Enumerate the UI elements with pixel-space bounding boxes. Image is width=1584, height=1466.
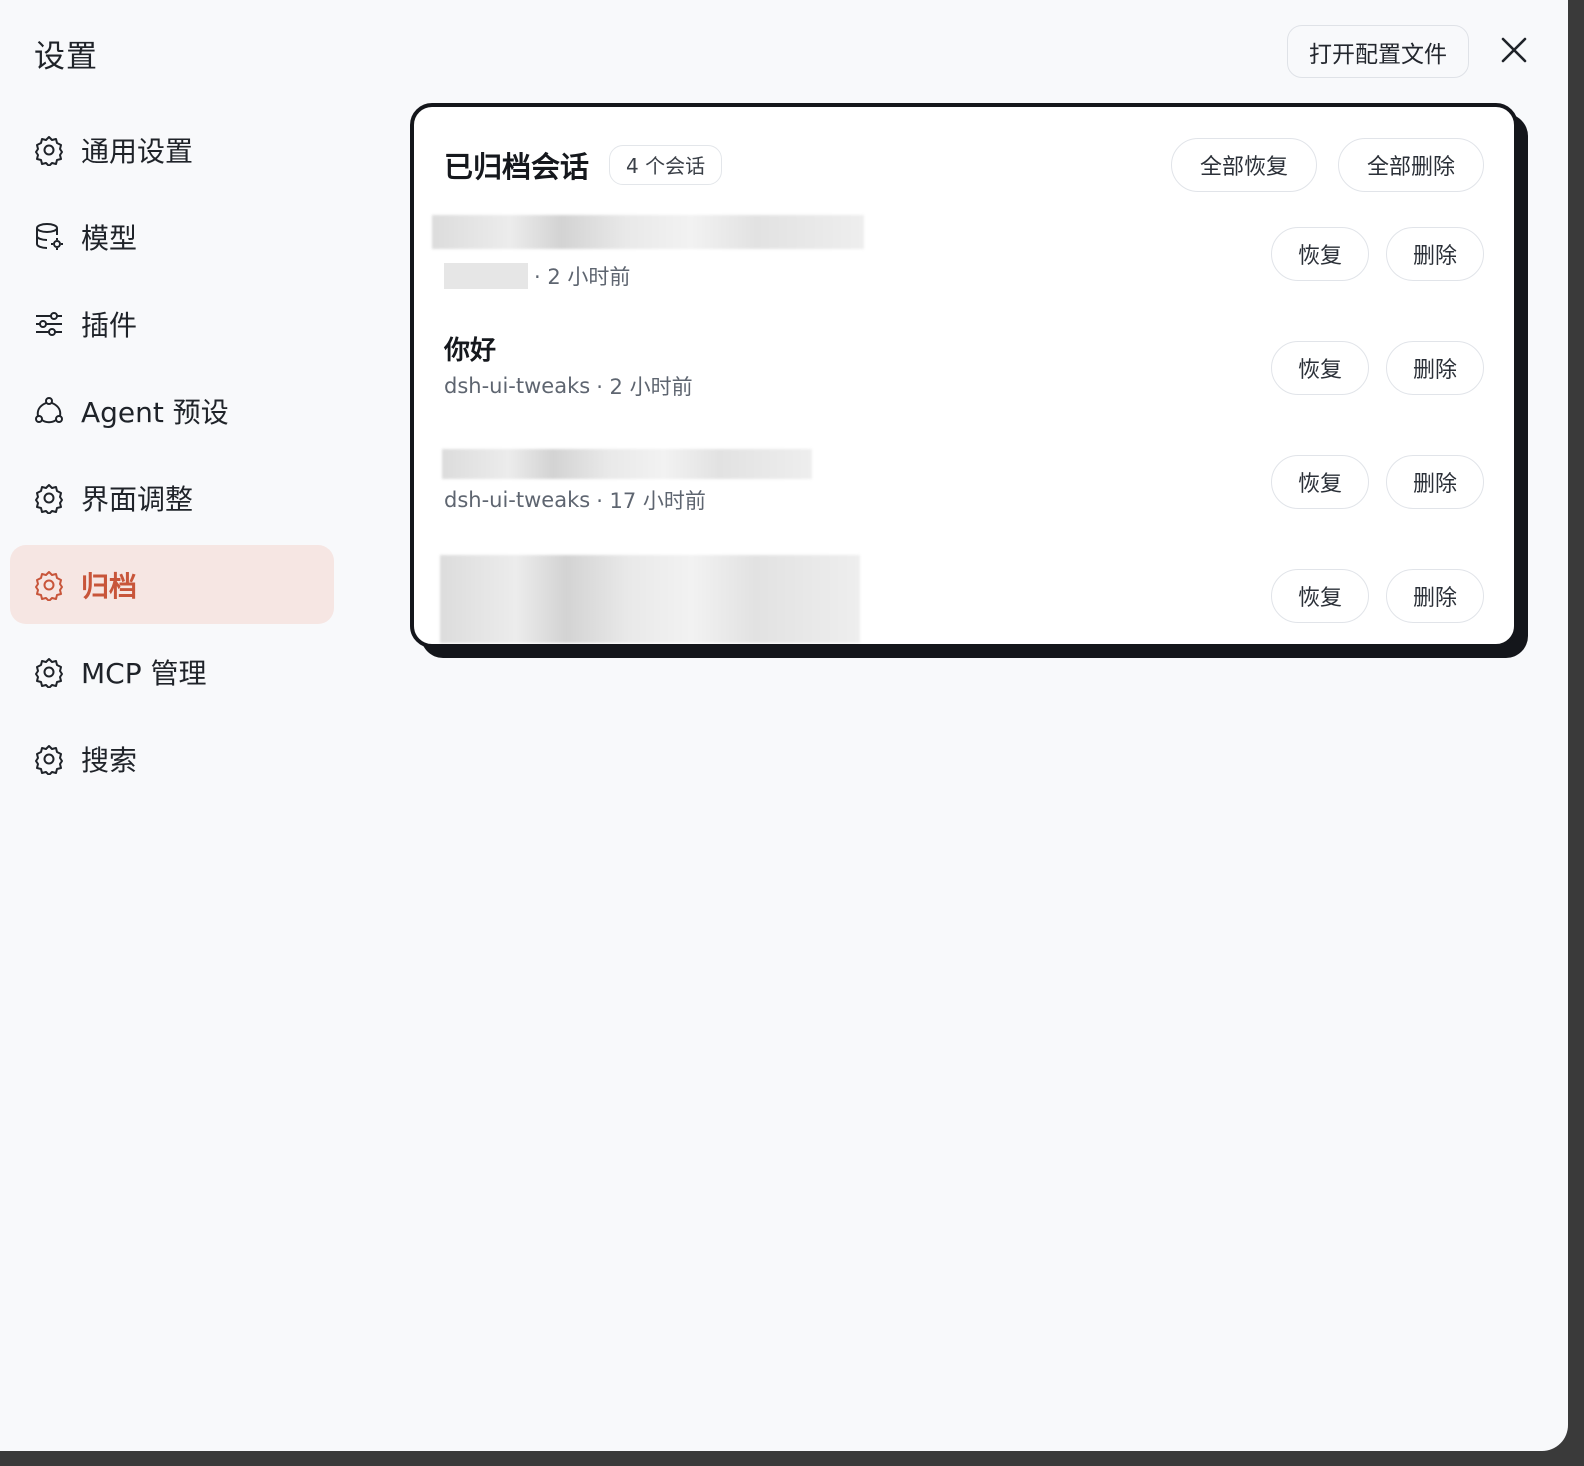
redacted-project bbox=[444, 263, 528, 289]
conversation-meta: · 2 小时前 bbox=[444, 261, 630, 291]
header-actions: 全部恢复 全部删除 bbox=[1171, 137, 1484, 192]
conversation-meta: dsh-ui-tweaks · 2 小时前 bbox=[444, 371, 693, 401]
restore-all-button[interactable]: 全部恢复 bbox=[1171, 137, 1317, 192]
restore-button[interactable]: 恢复 bbox=[1271, 569, 1369, 623]
conversation-time: · 17 小时前 bbox=[596, 489, 706, 513]
conversation-time: · 2 小时前 bbox=[534, 265, 631, 289]
gear-icon bbox=[33, 569, 65, 601]
redacted-title bbox=[442, 449, 812, 479]
sidebar-item-label: 模型 bbox=[81, 221, 138, 255]
sidebar-item-mcp[interactable]: MCP 管理 bbox=[10, 632, 334, 711]
row-actions: 恢复 删除 bbox=[1271, 227, 1484, 281]
count-badge: 4 个会话 bbox=[609, 144, 723, 185]
redacted-title bbox=[432, 215, 864, 249]
gear-icon bbox=[33, 482, 65, 514]
sidebar-item-search[interactable]: 搜索 bbox=[10, 719, 334, 798]
open-config-button[interactable]: 打开配置文件 bbox=[1287, 25, 1469, 78]
sidebar-item-label: 界面调整 bbox=[81, 482, 194, 516]
gear-icon bbox=[33, 656, 65, 688]
conversation-time: · 2 小时前 bbox=[596, 375, 693, 399]
sidebar-item-label: MCP 管理 bbox=[81, 656, 207, 690]
agent-icon bbox=[33, 395, 65, 427]
sidebar-item-label: 通用设置 bbox=[81, 134, 194, 168]
sidebar-item-agent-presets[interactable]: Agent 预设 bbox=[10, 371, 334, 450]
delete-all-button[interactable]: 全部删除 bbox=[1338, 137, 1484, 192]
conversation-row[interactable]: 恢复 删除 bbox=[440, 555, 1484, 644]
sidebar-item-label: 搜索 bbox=[81, 743, 138, 777]
panel-header: 已归档会话 4 个会话 全部恢复 全部删除 bbox=[444, 137, 1484, 192]
settings-sidebar: 通用设置 模型 插件 Agent 预设 界面调整 归档 MCP 管理 搜索 bbox=[10, 110, 334, 806]
row-actions: 恢复 删除 bbox=[1271, 455, 1484, 509]
conversation-title: 你好 bbox=[444, 336, 497, 366]
sidebar-item-label: Agent 预设 bbox=[81, 395, 229, 429]
conversation-project: dsh-ui-tweaks bbox=[444, 488, 591, 512]
sliders-icon bbox=[33, 308, 65, 340]
delete-button[interactable]: 删除 bbox=[1386, 227, 1484, 281]
database-gear-icon bbox=[33, 221, 65, 253]
delete-button[interactable]: 删除 bbox=[1386, 569, 1484, 623]
redacted-content bbox=[440, 555, 860, 643]
panel-title: 已归档会话 bbox=[444, 149, 590, 184]
conversation-row[interactable]: · 2 小时前 恢复 删除 bbox=[432, 215, 1484, 327]
conversation-row[interactable]: dsh-ui-tweaks · 17 小时前 恢复 删除 bbox=[442, 449, 1484, 555]
delete-button[interactable]: 删除 bbox=[1386, 455, 1484, 509]
sidebar-item-ui-tweaks[interactable]: 界面调整 bbox=[10, 458, 334, 537]
settings-window: 设置 打开配置文件 通用设置 模型 插件 Agent 预设 界面调整 归档 MC… bbox=[0, 0, 1568, 1451]
sidebar-item-models[interactable]: 模型 bbox=[10, 197, 334, 276]
archived-conversations-panel: 已归档会话 4 个会话 全部恢复 全部删除 · 2 小时前 恢复 删除 你好 d… bbox=[410, 103, 1518, 648]
restore-button[interactable]: 恢复 bbox=[1271, 341, 1369, 395]
close-icon bbox=[1501, 37, 1527, 67]
conversation-meta: dsh-ui-tweaks · 17 小时前 bbox=[444, 485, 706, 515]
row-actions: 恢复 删除 bbox=[1271, 341, 1484, 395]
delete-button[interactable]: 删除 bbox=[1386, 341, 1484, 395]
sidebar-item-archive[interactable]: 归档 bbox=[10, 545, 334, 624]
sidebar-item-label: 插件 bbox=[81, 308, 138, 342]
conversation-info: · 2 小时前 bbox=[444, 259, 630, 291]
gear-icon bbox=[33, 134, 65, 166]
restore-button[interactable]: 恢复 bbox=[1271, 455, 1369, 509]
page-title: 设置 bbox=[34, 39, 98, 75]
conversation-row[interactable]: 你好 dsh-ui-tweaks · 2 小时前 恢复 删除 bbox=[444, 336, 1484, 441]
sidebar-item-general[interactable]: 通用设置 bbox=[10, 110, 334, 189]
sidebar-item-plugins[interactable]: 插件 bbox=[10, 284, 334, 363]
restore-button[interactable]: 恢复 bbox=[1271, 227, 1369, 281]
gear-icon bbox=[33, 743, 65, 775]
conversation-info: dsh-ui-tweaks · 17 小时前 bbox=[444, 483, 706, 515]
conversation-info: 你好 dsh-ui-tweaks · 2 小时前 bbox=[444, 333, 693, 401]
sidebar-item-label: 归档 bbox=[81, 569, 138, 603]
close-button[interactable] bbox=[1494, 32, 1534, 72]
conversation-project: dsh-ui-tweaks bbox=[444, 374, 591, 398]
row-actions: 恢复 删除 bbox=[1271, 569, 1484, 623]
